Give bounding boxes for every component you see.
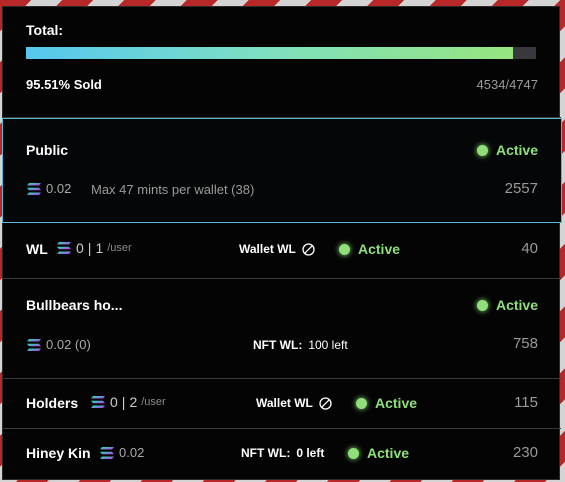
phase-title: Hiney Kin (26, 445, 91, 461)
status-badge: Active (356, 395, 417, 411)
wallet-wl-text: Wallet WL (239, 242, 296, 256)
sold-percentage: 95.51% Sold (26, 77, 102, 92)
status-dot-icon (348, 447, 359, 459)
phase-price: 0.02 (26, 181, 71, 196)
phase-price: 0.02 (0) (26, 337, 91, 352)
total-label: Total: (26, 22, 64, 38)
nft-wl-text: NFT WL: (253, 338, 303, 352)
solana-icon (100, 446, 114, 459)
wallet-wl-label: Wallet WL (239, 242, 315, 256)
phase-holders[interactable]: Holders 0 | 2/user Wallet WL Active 115 (3, 379, 561, 429)
phase-title: Bullbears ho... (26, 297, 123, 313)
phase-price: 0 | 1/user (56, 240, 132, 256)
status-text: Active (375, 395, 418, 411)
price-value: 0 (110, 394, 118, 410)
mint-phases-panel: Total: 95.51% Sold 4534/4747 Public Acti… (2, 6, 562, 480)
nft-wl-remaining: 0 left (296, 446, 325, 460)
status-badge: Active (476, 297, 538, 313)
mint-limit-note: Max 47 mints per wallet (38) (91, 182, 255, 197)
phase-price: 0.02 (99, 445, 144, 460)
phase-count: 758 (512, 335, 538, 352)
status-text: Active (358, 241, 401, 257)
phase-count: 115 (514, 394, 538, 411)
status-text: Active (367, 445, 410, 461)
status-dot-icon (476, 144, 488, 156)
status-dot-icon (356, 397, 367, 409)
mint-progress-bar (26, 47, 536, 59)
separator: | (121, 394, 126, 410)
total-section: Total: 95.51% Sold 4534/4747 (3, 7, 561, 118)
solana-icon (91, 396, 105, 408)
phase-wl[interactable]: WL 0 | 1/user Wallet WL Active 40 (3, 223, 561, 279)
nft-wl-label: NFT WL: 0 left (241, 446, 324, 460)
phase-title: Holders (26, 395, 79, 411)
status-text: Active (495, 297, 538, 313)
per-user-limit: 1 (95, 240, 104, 256)
wallet-wl-text: Wallet WL (256, 396, 313, 410)
price-value: 0 (76, 240, 84, 256)
solana-icon (27, 338, 41, 351)
per-user-suffix: /user (107, 242, 132, 254)
phase-bullbears-holders[interactable]: Bullbears ho... Active 0.02 (0) NFT WL: … (3, 279, 561, 379)
phase-count: 230 (512, 444, 538, 461)
phase-hiney-kin[interactable]: Hiney Kin 0.02 NFT WL: 0 left Active 230 (3, 429, 561, 479)
price-value: 0.02 (46, 181, 72, 196)
phase-price: 0 | 2/user (90, 394, 166, 410)
nft-wl-remaining: 100 left (308, 338, 348, 352)
nft-wl-label: NFT WL: 100 left (253, 338, 348, 352)
price-value: 0.02 (0) (46, 337, 91, 352)
solana-icon (57, 242, 71, 254)
ban-icon (302, 242, 315, 256)
phase-count: 40 (521, 240, 538, 257)
separator: | (87, 240, 92, 256)
phase-public[interactable]: Public Active 0.02 Max 47 mints per wall… (2, 118, 562, 223)
status-badge: Active (348, 445, 409, 461)
status-dot-icon (339, 243, 350, 255)
status-dot-icon (476, 299, 488, 311)
per-user-limit: 2 (129, 394, 138, 410)
per-user-suffix: /user (141, 396, 166, 408)
phase-title: WL (26, 241, 48, 257)
sold-count: 4534/4747 (476, 77, 538, 92)
status-text: Active (495, 142, 538, 158)
phase-count: 2557 (504, 180, 538, 197)
mint-progress-fill (26, 47, 514, 59)
solana-icon (27, 182, 41, 195)
nft-wl-text: NFT WL: (241, 446, 291, 460)
price-value: 0.02 (119, 445, 145, 460)
ban-icon (319, 396, 332, 410)
phase-title: Public (26, 142, 69, 158)
status-badge: Active (339, 241, 400, 257)
wallet-wl-label: Wallet WL (256, 396, 332, 410)
status-badge: Active (476, 142, 538, 158)
